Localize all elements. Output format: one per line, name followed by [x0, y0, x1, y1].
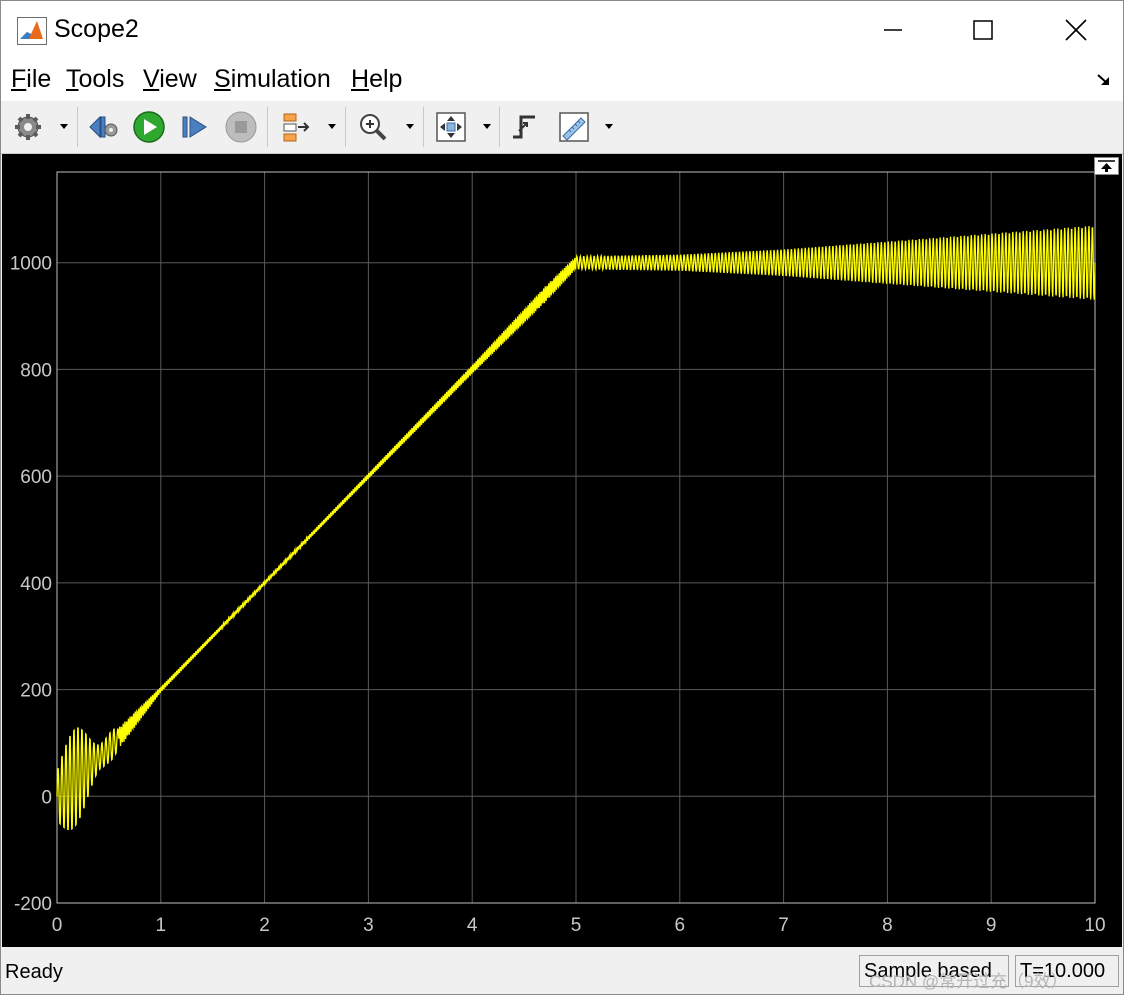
menu-file[interactable]: File: [11, 65, 51, 94]
scope-window: Scope2 File Tools View Simulation Help 0…: [0, 0, 1124, 995]
minimize-icon: [884, 29, 902, 31]
menu-help-label: elp: [369, 65, 403, 93]
measurements-button[interactable]: [556, 109, 592, 145]
toolbar: [1, 101, 1123, 154]
window-title: Scope2: [54, 15, 139, 43]
menu-view[interactable]: View: [143, 65, 197, 94]
run-button[interactable]: [131, 109, 167, 145]
toolbar-separator: [345, 107, 346, 147]
settings-button[interactable]: [10, 109, 46, 145]
plot-canvas[interactable]: 0 1 2 3 4 5 6 7 8 9 10-20002004006008001000: [2, 154, 1122, 947]
y-tick-label: -200: [14, 894, 52, 915]
toolbar-separator: [423, 107, 424, 147]
menu-file-label: ile: [26, 65, 52, 93]
menu-help-accel: H: [351, 65, 370, 93]
menu-file-accel: F: [11, 65, 27, 93]
menu-bar: File Tools View Simulation Help: [1, 59, 1123, 101]
menu-simulation-label: imulation: [230, 65, 331, 93]
toolbar-separator: [267, 107, 268, 147]
menu-view-label: iew: [159, 65, 197, 93]
minimize-button[interactable]: [847, 1, 939, 59]
x-tick-label: 4: [467, 915, 478, 936]
maximize-icon: [973, 20, 993, 40]
toolbar-separator: [77, 107, 78, 147]
stop-icon: [225, 111, 257, 143]
signal-triggers-icon: [513, 115, 535, 139]
menu-tools-accel: T: [66, 65, 79, 93]
settings-gear-icon: [15, 114, 41, 140]
highlight-simulink-block-icon: [283, 113, 310, 142]
menu-simulation-accel: S: [214, 65, 231, 93]
menu-tools-label: ools: [78, 65, 125, 93]
y-tick-label: 800: [20, 360, 52, 381]
step-back-button[interactable]: [85, 109, 121, 145]
zoom-dropdown-icon[interactable]: [405, 121, 415, 131]
menu-view-accel: V: [143, 65, 160, 93]
fit-to-view-icon: [436, 112, 466, 142]
x-tick-label: 2: [259, 915, 270, 936]
x-tick-label: 0: [52, 915, 63, 936]
y-tick-label: 0: [41, 787, 52, 808]
step-forward-icon: [182, 116, 207, 138]
triggers-button[interactable]: [507, 109, 543, 145]
undock-arrow-icon[interactable]: [1095, 71, 1113, 89]
title-bar: Scope2: [1, 1, 1123, 59]
x-tick-label: 8: [882, 915, 893, 936]
scope-display: 0 1 2 3 4 5 6 7 8 9 10 -200 0 200 400 600 800 1000: [2, 154, 1122, 947]
settings-dropdown-icon[interactable]: [59, 121, 69, 131]
x-tick-label: 1: [156, 915, 167, 936]
measurements-dropdown-icon[interactable]: [604, 121, 614, 131]
menu-help[interactable]: Help: [351, 65, 402, 94]
highlight-dropdown-icon[interactable]: [327, 121, 337, 131]
highlight-block-button[interactable]: [279, 109, 315, 145]
step-back-icon: [89, 115, 118, 139]
restore-layout-button[interactable]: [1094, 157, 1119, 175]
stop-button[interactable]: [223, 109, 259, 145]
close-icon: [1065, 19, 1087, 41]
menu-simulation[interactable]: Simulation: [214, 65, 331, 94]
close-button[interactable]: [1030, 1, 1122, 59]
fit-to-view-button[interactable]: [433, 109, 469, 145]
matlab-app-icon: [17, 17, 47, 45]
toolbar-separator: [499, 107, 500, 147]
run-icon: [133, 111, 165, 143]
menu-tools[interactable]: Tools: [66, 65, 124, 94]
y-tick-label: 1000: [10, 254, 52, 275]
y-tick-label: 400: [20, 574, 52, 595]
y-tick-label: 600: [20, 467, 52, 488]
x-tick-label: 9: [986, 915, 997, 936]
x-tick-label: 10: [1084, 915, 1105, 936]
y-tick-label: 200: [20, 681, 52, 702]
x-tick-label: 5: [571, 915, 582, 936]
x-tick-label: 3: [363, 915, 374, 936]
status-bar: Ready Sample based T=10.000 CSDN @常开过充（9…: [1, 947, 1123, 994]
watermark: CSDN @常开过充（9效）: [869, 972, 1068, 991]
x-tick-label: 6: [675, 915, 686, 936]
zoom-button[interactable]: [355, 109, 391, 145]
measurements-ruler-icon: [559, 112, 589, 142]
fit-dropdown-icon[interactable]: [482, 121, 492, 131]
zoom-in-icon: [360, 114, 387, 141]
x-tick-label: 7: [778, 915, 789, 936]
step-forward-button[interactable]: [177, 109, 213, 145]
status-ready-text: Ready: [5, 961, 63, 983]
restore-icon: [1098, 160, 1115, 172]
maximize-button[interactable]: [937, 1, 1029, 59]
